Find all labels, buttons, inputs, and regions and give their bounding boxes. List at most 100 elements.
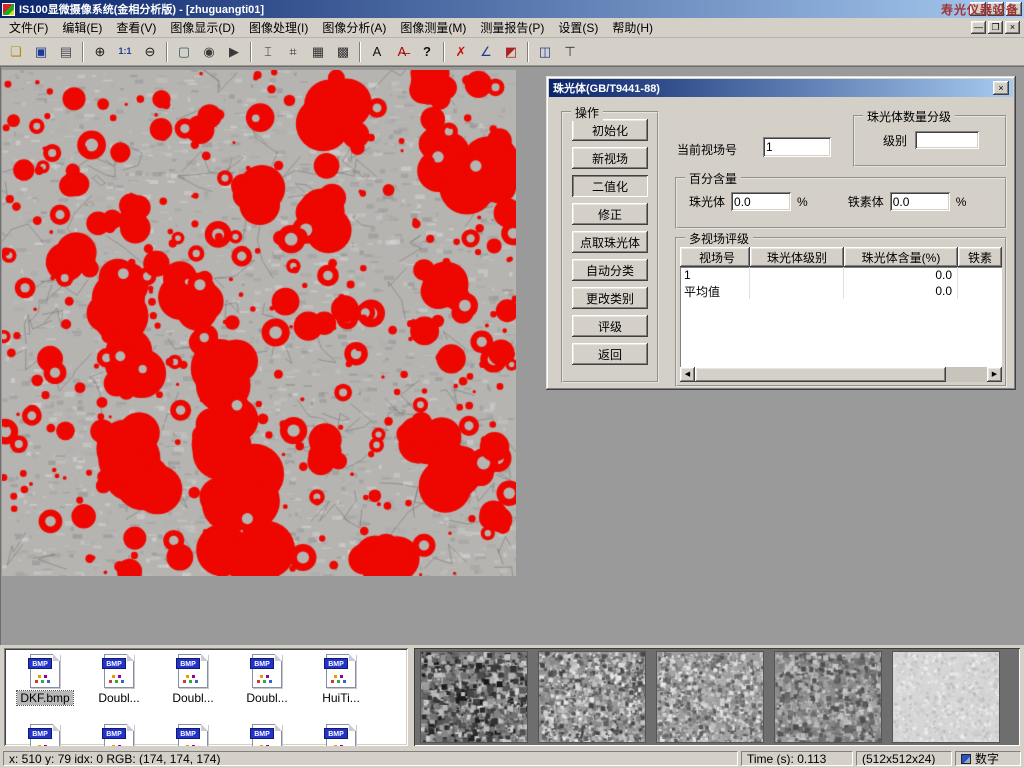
bmp-file-icon: BMP: [178, 724, 208, 746]
rate-button[interactable]: 评级: [572, 315, 648, 337]
change-class-button[interactable]: 更改类别: [572, 287, 648, 309]
maximize-button[interactable]: □: [988, 2, 1004, 16]
table-row[interactable]: 平均值 0.0: [680, 283, 1002, 299]
menu-item-image-process[interactable]: 图像处理(I): [242, 17, 315, 38]
zoom-out-button[interactable]: ⊖: [138, 40, 162, 63]
thumbnail-5[interactable]: [892, 651, 1000, 743]
file-item[interactable]: BMP Doubl...: [156, 654, 230, 718]
menu-item-settings[interactable]: 设置(S): [551, 17, 605, 38]
save-button[interactable]: ▣: [29, 40, 53, 63]
ferrite-percent-input[interactable]: [890, 192, 950, 211]
file-item-partial[interactable]: BMP: [82, 724, 156, 746]
binarize-button[interactable]: 二值化: [572, 175, 648, 197]
micrograph-image[interactable]: [2, 70, 516, 576]
mark-button[interactable]: ◩: [499, 40, 523, 63]
bmp-badge: BMP: [102, 658, 126, 669]
menu-item-view[interactable]: 查看(V): [109, 17, 163, 38]
probe-button[interactable]: ⊤: [558, 40, 582, 63]
caliper-icon: ⌶: [264, 45, 272, 58]
minimize-button[interactable]: _: [970, 2, 986, 16]
camera-button[interactable]: ◉: [197, 40, 221, 63]
grade-label: 级别: [883, 132, 907, 149]
pick-pearlite-button[interactable]: 点取珠光体: [572, 231, 648, 253]
close-button[interactable]: ×: [1006, 2, 1022, 16]
bmp-badge: BMP: [102, 728, 126, 739]
auto-classify-button[interactable]: 自动分类: [572, 259, 648, 281]
menu-item-file[interactable]: 文件(F): [2, 17, 55, 38]
file-item-partial[interactable]: BMP: [304, 724, 378, 746]
table-header: 视场号 珠光体级别 珠光体含量(%) 铁素: [680, 247, 1002, 267]
display-button[interactable]: ▢: [172, 40, 196, 63]
bmp-badge: BMP: [250, 658, 274, 669]
video-button[interactable]: ▶: [222, 40, 246, 63]
text-button[interactable]: A: [365, 40, 389, 63]
file-item[interactable]: BMP DKF.bmp: [8, 654, 82, 718]
init-button[interactable]: 初始化: [572, 119, 648, 141]
compare-icon: ◫: [539, 45, 551, 58]
column-header-ferrite[interactable]: 铁素: [958, 247, 1002, 267]
pattern-button[interactable]: ▩: [331, 40, 355, 63]
correct-button[interactable]: 修正: [572, 203, 648, 225]
mdi-restore-button[interactable]: ❐: [988, 21, 1003, 34]
thumbnail-3[interactable]: [656, 651, 764, 743]
column-header-pearlite[interactable]: 珠光体含量(%): [844, 247, 958, 267]
column-header-grade[interactable]: 珠光体级别: [750, 247, 844, 267]
current-field-input[interactable]: [763, 137, 831, 157]
help-button[interactable]: ?: [415, 40, 439, 63]
menu-item-edit[interactable]: 编辑(E): [55, 17, 109, 38]
thumbnail-4[interactable]: [774, 651, 882, 743]
caliper-button[interactable]: ⌶: [256, 40, 280, 63]
grade-input[interactable]: [915, 131, 979, 149]
new-field-button[interactable]: 新视场: [572, 147, 648, 169]
bmp-file-icon: BMP: [30, 724, 60, 746]
menu-item-image-measure[interactable]: 图像测量(M): [393, 17, 473, 38]
scroll-right-icon[interactable]: ▶: [987, 367, 1002, 382]
file-item[interactable]: BMP Doubl...: [230, 654, 304, 718]
pearlite-percent-input[interactable]: [731, 192, 791, 211]
caliper-2-button[interactable]: ⌗: [281, 40, 305, 63]
operation-legend: 操作: [571, 104, 603, 121]
print-button[interactable]: ▤: [54, 40, 78, 63]
camera-icon: ◉: [203, 45, 214, 58]
thumbnail-strip: [414, 648, 1020, 746]
thumbnail-2[interactable]: [538, 651, 646, 743]
text-delete-icon: A̶: [398, 45, 407, 58]
percent-legend: 百分含量: [685, 170, 741, 187]
open-button[interactable]: ❏: [4, 40, 28, 63]
column-header-field[interactable]: 视场号: [680, 247, 750, 267]
scrollbar-thumb[interactable]: [695, 367, 946, 382]
cut-button[interactable]: ✗: [449, 40, 473, 63]
horizontal-scrollbar[interactable]: ◀ ▶: [680, 367, 1002, 382]
dialog-close-button[interactable]: ×: [993, 81, 1009, 95]
menu-item-image-display[interactable]: 图像显示(D): [163, 17, 242, 38]
grid-button[interactable]: ▦: [306, 40, 330, 63]
title-bar[interactable]: IS100显微摄像系统(金相分析版) - [zhuguangti01] _ □ …: [0, 0, 1024, 18]
menu-item-image-analysis[interactable]: 图像分析(A): [315, 17, 393, 38]
toolbar-separator: [166, 42, 168, 62]
measure-angle-button[interactable]: ∠: [474, 40, 498, 63]
menu-item-help[interactable]: 帮助(H): [605, 17, 660, 38]
open-icon: ❏: [10, 45, 22, 58]
menu-item-report[interactable]: 测量报告(P): [473, 17, 551, 38]
scroll-left-icon[interactable]: ◀: [680, 367, 695, 382]
video-icon: ▶: [229, 45, 239, 58]
zoom-in-button[interactable]: ⊕: [88, 40, 112, 63]
file-name: DKF.bmp: [17, 691, 72, 705]
status-image-size: (512x512x24): [856, 751, 952, 766]
table-row[interactable]: 1 0.0: [680, 267, 1002, 283]
bmp-badge: BMP: [324, 728, 348, 739]
file-item[interactable]: BMP HuiTi...: [304, 654, 378, 718]
mdi-close-button[interactable]: ×: [1005, 21, 1020, 34]
dialog-title-bar[interactable]: 珠光体(GB/T9441-88) ×: [549, 79, 1013, 97]
thumbnail-1[interactable]: [420, 651, 528, 743]
mdi-minimize-button[interactable]: —: [971, 21, 986, 34]
text-delete-button[interactable]: A̶: [390, 40, 414, 63]
file-item-partial[interactable]: BMP: [8, 724, 82, 746]
actual-size-button[interactable]: 1:1: [113, 40, 137, 63]
print-icon: ▤: [60, 45, 72, 58]
file-item-partial[interactable]: BMP: [156, 724, 230, 746]
file-item-partial[interactable]: BMP: [230, 724, 304, 746]
compare-button[interactable]: ◫: [533, 40, 557, 63]
file-item[interactable]: BMP Doubl...: [82, 654, 156, 718]
return-button[interactable]: 返回: [572, 343, 648, 365]
